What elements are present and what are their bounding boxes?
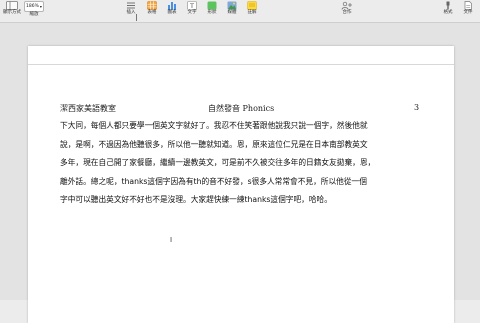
media-icon — [227, 1, 237, 10]
body-line: 字中可以聽出英文好不好也不是沒理。大家趕快練一練thanks這個字吧，哈哈。 — [60, 195, 332, 205]
document-icon — [464, 1, 472, 10]
zoom-value: 186% — [26, 4, 39, 9]
media-button[interactable]: 媒體 — [224, 1, 240, 21]
text-label: 文字 — [187, 10, 197, 15]
body-line: 離外話。總之呢，thanks這個字因為有th的音不好發，s很多人常常會不見，所以… — [60, 176, 367, 186]
zoom-control[interactable]: 186% ▾ 縮放 — [24, 1, 44, 21]
format-button[interactable]: 格式 — [440, 1, 456, 21]
view-icon — [6, 1, 18, 10]
header-center-text: 自然發音 Phonics — [208, 104, 275, 113]
format-label: 格式 — [443, 10, 453, 15]
table-button[interactable]: 表格 — [144, 1, 160, 21]
shape-button[interactable]: 形狀 — [204, 1, 220, 21]
insert-icon — [127, 2, 135, 9]
media-label: 媒體 — [227, 10, 237, 15]
header-left-text: 潔西家美語教室 — [60, 104, 116, 113]
table-icon — [147, 1, 157, 10]
body-line: 下大同，每個人都只要學一個英文字就好了。我忍不住笑著跟他說我只說一個字，然後他就 — [60, 121, 368, 130]
body-line: 多年，現在自己開了家餐廳，繼續一邊教英文，可是前不久被交往多年的日籍女友拋棄，恩… — [60, 158, 376, 168]
view-label: 顯示方式 — [3, 10, 21, 15]
zoom-label: 縮放 — [29, 12, 39, 17]
insert-button[interactable]: 插入 — [122, 1, 140, 21]
format-brush-icon — [446, 1, 450, 10]
document-page[interactable]: 潔西家美語教室 自然發音 Phonics 3 下大同，每個人都只要學一個英文字就… — [28, 46, 454, 323]
header-rule — [28, 64, 454, 65]
body-line: 說，是啊，不過因為他聽很多，所以他一聽就知道。恩，原來這位仁兄是在日本南部教英文 — [60, 139, 368, 149]
collaborate-icon — [341, 1, 352, 10]
chart-icon — [168, 2, 176, 10]
shape-label: 形狀 — [207, 10, 217, 15]
document-button[interactable]: 文件 — [460, 1, 476, 21]
insert-label: 插入 — [126, 10, 136, 15]
text-button[interactable]: T 文字 — [184, 1, 200, 21]
chart-label: 圖表 — [167, 10, 177, 15]
comment-icon — [247, 1, 257, 10]
svg-text:T: T — [189, 2, 194, 10]
text-box-icon: T — [187, 1, 197, 10]
vertical-scrollbar[interactable] — [472, 23, 480, 300]
comment-label: 註解 — [247, 10, 257, 15]
collaborate-button[interactable]: 合作 — [338, 1, 356, 21]
chart-button[interactable]: 圖表 — [164, 1, 180, 21]
view-button[interactable]: 顯示方式 — [2, 1, 22, 21]
zoom-select[interactable]: 186% ▾ — [24, 1, 44, 12]
body-text[interactable]: 下大同，每個人都只要學一個英文字就好了。我忍不住笑著跟他說我只說一個字，然後他就… — [60, 117, 420, 210]
text-cursor-icon: I — [170, 236, 173, 244]
document-label: 文件 — [463, 10, 473, 15]
comment-button[interactable]: 註解 — [244, 1, 260, 21]
shape-icon — [207, 1, 217, 10]
toolbar: 顯示方式 186% ▾ 縮放 插入 表格 圖表 T 文字 形狀 媒體 註解 合作… — [0, 0, 480, 23]
chevron-down-icon: ▾ — [39, 4, 42, 9]
collaborate-label: 合作 — [342, 10, 352, 15]
insert-separator — [136, 14, 137, 21]
document-canvas[interactable]: 潔西家美語教室 自然發音 Phonics 3 下大同，每個人都只要學一個英文字就… — [0, 23, 480, 323]
table-label: 表格 — [147, 10, 157, 15]
header-page-number: 3 — [414, 103, 420, 112]
